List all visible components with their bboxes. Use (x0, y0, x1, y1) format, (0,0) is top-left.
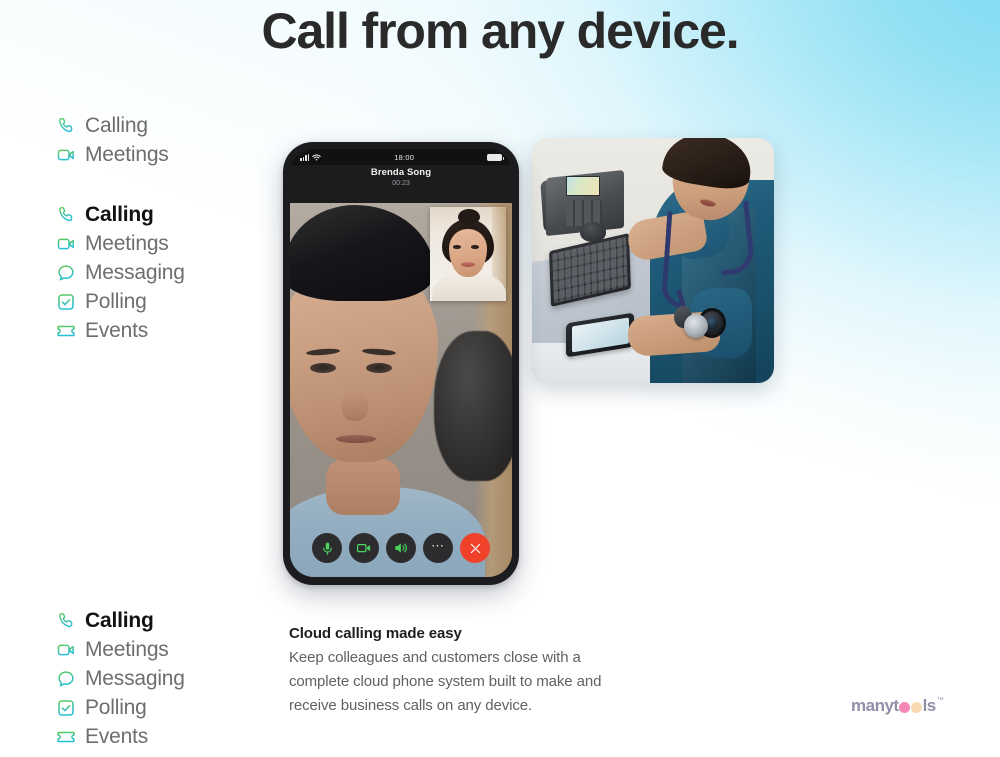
checkbox-icon (58, 293, 74, 310)
video-camera-icon (57, 238, 74, 249)
feature-item-messaging[interactable]: Messaging (56, 258, 185, 287)
feature-item-messaging[interactable]: Messaging (56, 664, 185, 693)
phone-screen: 18:00 Brenda Song 00:23 ⋯ (290, 149, 512, 577)
feature-item-calling[interactable]: Calling (56, 606, 185, 635)
video-camera-icon (57, 644, 74, 655)
feature-item-meetings[interactable]: Meetings (56, 635, 185, 664)
self-view-mouth (461, 262, 475, 267)
feature-item-label: Meetings (85, 638, 169, 661)
participant-eye-right (366, 363, 392, 373)
page-title: Call from any device. (261, 3, 739, 59)
device-photo-card[interactable] (532, 138, 774, 383)
ticket-icon (57, 325, 75, 336)
feature-item-meetings[interactable]: Meetings (56, 229, 185, 258)
end-call-button[interactable] (460, 533, 490, 563)
feature-item-polling[interactable]: Polling (56, 693, 185, 722)
phone-status-bar: 18:00 (290, 149, 512, 165)
feature-item-label: Calling (85, 203, 154, 226)
call-header: Brenda Song 00:23 (290, 165, 512, 203)
feature-item-label: Events (85, 319, 148, 342)
feature-item-events[interactable]: Events (56, 722, 185, 751)
participant-nose (342, 391, 368, 421)
feature-item-label: Polling (85, 696, 147, 719)
speaker-button[interactable] (386, 533, 416, 563)
microphone-icon (322, 542, 332, 555)
phone-mockup: 18:00 Brenda Song 00:23 ⋯ (283, 142, 519, 585)
chat-bubble-icon (58, 264, 74, 280)
feature-item-label: Events (85, 725, 148, 748)
phone-icon (59, 206, 73, 221)
logo-text-first: manyt (851, 696, 899, 715)
feature-item-label: Polling (85, 290, 147, 313)
status-clock: 18:00 (394, 152, 415, 162)
wifi-icon (312, 154, 322, 160)
self-view-eye-right (471, 245, 479, 249)
feature-item-calling[interactable]: Calling (56, 111, 169, 140)
caption-block: Cloud calling made easy Keep colleagues … (289, 625, 629, 718)
desk-phone-screen (566, 176, 600, 196)
ticket-icon (57, 731, 75, 742)
participant-neck (326, 459, 400, 515)
status-left-group (300, 153, 322, 161)
logo-dot-peach-icon (911, 702, 923, 713)
callee-name: Brenda Song (370, 167, 432, 178)
participant-mouth (336, 435, 376, 443)
photo-scene (532, 138, 774, 383)
logo-dot-pink-icon (899, 702, 911, 713)
logo-text-second: ls (922, 696, 937, 715)
caption-body: Keep colleagues and customers close with… (289, 649, 602, 714)
headphones-prop (434, 331, 512, 481)
feature-item-events[interactable]: Events (56, 316, 185, 345)
feature-item-label: Messaging (85, 261, 185, 284)
video-camera-icon (356, 544, 371, 553)
call-duration-timer: 00:23 (392, 179, 410, 187)
close-x-icon (470, 543, 480, 553)
video-stage: ⋯ (290, 203, 512, 577)
stethoscope-bell (684, 314, 708, 338)
self-view-eye-left (453, 245, 461, 249)
video-camera-icon (57, 149, 74, 160)
feature-item-label: Calling (85, 609, 154, 632)
feature-list-compact: Calling Meetings (56, 111, 169, 169)
feature-item-label: Calling (85, 114, 148, 137)
feature-item-polling[interactable]: Polling (56, 287, 185, 316)
caption-title: Cloud calling made easy (289, 625, 462, 642)
battery-icon (487, 153, 504, 161)
feature-item-meetings[interactable]: Meetings (56, 140, 169, 169)
participant-hair (290, 205, 434, 301)
self-view-hair-bun (458, 209, 480, 225)
feature-list-secondary: Calling Meetings Messaging Polling Event… (56, 606, 185, 751)
signal-bars-icon (300, 153, 310, 161)
feature-item-label: Messaging (85, 667, 185, 690)
chat-bubble-icon (58, 670, 74, 686)
video-button[interactable] (349, 533, 379, 563)
feature-item-label: Meetings (85, 143, 169, 166)
status-right-group (487, 153, 504, 161)
participant-eye-left (310, 363, 336, 373)
phone-icon (59, 117, 73, 132)
more-button[interactable]: ⋯ (423, 533, 453, 563)
checkbox-icon (58, 699, 74, 716)
feature-item-label: Meetings (85, 232, 169, 255)
call-controls-bar: ⋯ (290, 533, 512, 563)
feature-list-primary: Calling Meetings Messaging Polling Event… (56, 200, 185, 345)
trademark-symbol: ™ (936, 697, 944, 704)
self-view-video[interactable] (430, 207, 506, 301)
brand-logo[interactable]: manyt ls ™ (851, 697, 944, 715)
speaker-icon (395, 543, 407, 553)
phone-icon (59, 612, 73, 627)
mute-button[interactable] (312, 533, 342, 563)
feature-item-calling[interactable]: Calling (56, 200, 185, 229)
computer-mouse (580, 222, 606, 242)
self-view-body (432, 273, 506, 301)
